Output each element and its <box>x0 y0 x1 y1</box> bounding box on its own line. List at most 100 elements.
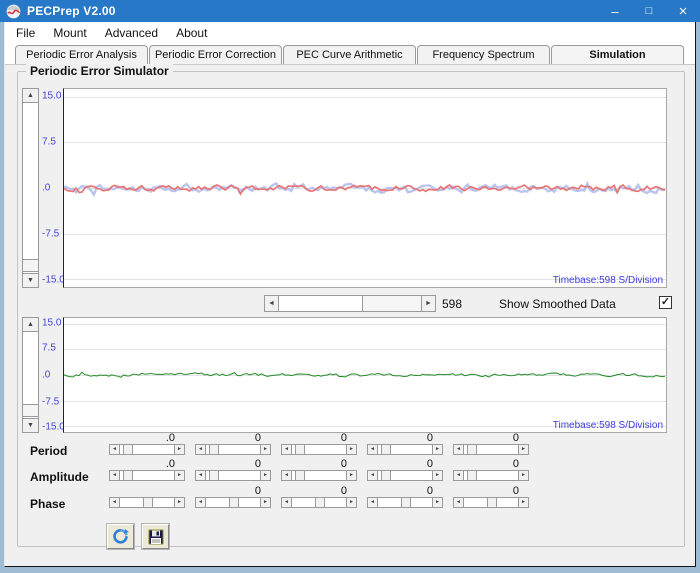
slider-thumb[interactable] <box>381 444 392 455</box>
chart-horizontal-scrollbar[interactable]: ◄ ► <box>264 295 436 312</box>
slider-track[interactable] <box>119 444 175 455</box>
minimize-button[interactable]: – <box>598 0 632 22</box>
tab-periodic-error-correction[interactable]: Periodic Error Correction <box>149 45 282 64</box>
chart2-vscroll-thumb[interactable] <box>22 404 39 417</box>
y-tick: 7.5 <box>42 342 56 354</box>
slider-track[interactable] <box>205 497 261 508</box>
slider-track[interactable] <box>291 444 347 455</box>
arrow-right-icon[interactable]: ► <box>518 470 529 481</box>
slider-track[interactable] <box>205 470 261 481</box>
close-button[interactable]: × <box>666 0 700 22</box>
slider-amplitude-2[interactable]: ◄ ► <box>195 470 271 481</box>
slider-track[interactable] <box>119 497 175 508</box>
slider-track[interactable] <box>291 470 347 481</box>
slider-cell: 0 ◄ ► <box>367 485 443 508</box>
slider-amplitude-3[interactable]: ◄ ► <box>281 470 357 481</box>
slider-thumb[interactable] <box>400 497 411 508</box>
chart1-vscroll-thumb[interactable] <box>22 259 39 272</box>
slider-phase-1[interactable]: ◄ ► <box>109 497 185 508</box>
arrow-right-icon[interactable]: ► <box>260 444 271 455</box>
slider-track[interactable] <box>463 444 519 455</box>
slider-thumb[interactable] <box>209 444 220 455</box>
arrow-right-icon[interactable]: ► <box>432 470 443 481</box>
arrow-right-icon[interactable]: ► <box>260 497 271 508</box>
period-sliders-row: .0 ◄ ► 0 ◄ ► 0 ◄ ► 0 ◄ ► 0 ◄ ► <box>109 432 549 455</box>
slider-thumb[interactable] <box>142 497 153 508</box>
slider-phase-5[interactable]: ◄ ► <box>453 497 529 508</box>
chart2-vertical-scrollbar[interactable]: ▲ ▼ <box>22 317 39 433</box>
slider-track[interactable] <box>291 497 347 508</box>
slider-amplitude-5[interactable]: ◄ ► <box>453 470 529 481</box>
slider-period-2[interactable]: ◄ ► <box>195 444 271 455</box>
slider-amplitude-1[interactable]: ◄ ► <box>109 470 185 481</box>
slider-thumb[interactable] <box>228 497 239 508</box>
slider-thumb[interactable] <box>314 497 325 508</box>
refresh-button[interactable] <box>107 524 134 549</box>
arrow-right-icon[interactable]: ► <box>432 444 443 455</box>
slider-track[interactable] <box>463 470 519 481</box>
slider-thumb[interactable] <box>486 497 497 508</box>
slider-thumb[interactable] <box>295 470 306 481</box>
chart2-vscroll-track[interactable] <box>22 331 39 418</box>
chart1-vertical-scrollbar[interactable]: ▲ ▼ <box>22 88 39 288</box>
arrow-up-icon[interactable]: ▲ <box>22 317 39 332</box>
slider-track[interactable] <box>377 497 433 508</box>
tab-pec-curve-arithmetic[interactable]: PEC Curve Arithmetic <box>283 45 416 64</box>
arrow-down-icon[interactable]: ▼ <box>22 418 39 433</box>
menu-about[interactable]: About <box>167 23 216 43</box>
slider-period-5[interactable]: ◄ ► <box>453 444 529 455</box>
slider-period-3[interactable]: ◄ ► <box>281 444 357 455</box>
arrow-right-icon[interactable]: ► <box>518 444 529 455</box>
slider-phase-4[interactable]: ◄ ► <box>367 497 443 508</box>
chart1-vscroll-track[interactable] <box>22 102 39 273</box>
slider-thumb[interactable] <box>467 444 478 455</box>
arrow-right-icon[interactable]: ► <box>346 444 357 455</box>
slider-thumb[interactable] <box>467 470 478 481</box>
arrow-left-icon[interactable]: ◄ <box>264 295 279 312</box>
arrow-right-icon[interactable]: ► <box>174 497 185 508</box>
slider-thumb[interactable] <box>209 470 220 481</box>
arrow-right-icon[interactable]: ► <box>346 470 357 481</box>
show-smoothed-data-checkbox[interactable]: ✓ <box>659 296 672 309</box>
arrow-right-icon[interactable]: ► <box>174 444 185 455</box>
slider-cell: ◄ ► <box>109 485 185 508</box>
slider-track[interactable] <box>377 444 433 455</box>
slider-track[interactable] <box>463 497 519 508</box>
hscroll-thumb[interactable] <box>361 295 422 312</box>
slider-track[interactable] <box>119 470 175 481</box>
slider-thumb[interactable] <box>123 470 134 481</box>
tab-periodic-error-analysis[interactable]: Periodic Error Analysis <box>15 45 148 64</box>
slider-track[interactable] <box>377 470 433 481</box>
slider-thumb[interactable] <box>381 470 392 481</box>
slider-phase-3[interactable]: ◄ ► <box>281 497 357 508</box>
tab-frequency-spectrum[interactable]: Frequency Spectrum <box>417 45 550 64</box>
arrow-up-icon[interactable]: ▲ <box>22 88 39 103</box>
menu-file[interactable]: File <box>7 23 44 43</box>
arrow-down-icon[interactable]: ▼ <box>22 273 39 288</box>
save-button[interactable] <box>142 524 169 549</box>
slider-phase-2[interactable]: ◄ ► <box>195 497 271 508</box>
slider-period-4[interactable]: ◄ ► <box>367 444 443 455</box>
slider-value: 0 <box>426 432 433 444</box>
arrow-right-icon[interactable]: ► <box>421 295 436 312</box>
arrow-right-icon[interactable]: ► <box>432 497 443 508</box>
amplitude-sliders-row: .0 ◄ ► 0 ◄ ► 0 ◄ ► 0 ◄ ► 0 ◄ ► <box>109 458 549 481</box>
slider-amplitude-4[interactable]: ◄ ► <box>367 470 443 481</box>
slider-thumb[interactable] <box>123 444 134 455</box>
slider-value: .0 <box>165 458 175 470</box>
slider-value <box>109 485 185 497</box>
arrow-right-icon[interactable]: ► <box>518 497 529 508</box>
maximize-button[interactable]: □ <box>632 0 666 22</box>
slider-period-1[interactable]: ◄ ► <box>109 444 185 455</box>
slider-value: 0 <box>254 458 261 470</box>
menu-mount[interactable]: Mount <box>44 23 95 43</box>
slider-track[interactable] <box>205 444 261 455</box>
app-logo-icon <box>6 4 21 18</box>
tab-simulation[interactable]: Simulation <box>551 45 684 64</box>
arrow-right-icon[interactable]: ► <box>174 470 185 481</box>
slider-thumb[interactable] <box>295 444 306 455</box>
arrow-right-icon[interactable]: ► <box>260 470 271 481</box>
hscroll-track[interactable] <box>278 295 422 312</box>
arrow-right-icon[interactable]: ► <box>346 497 357 508</box>
menu-advanced[interactable]: Advanced <box>96 23 167 43</box>
